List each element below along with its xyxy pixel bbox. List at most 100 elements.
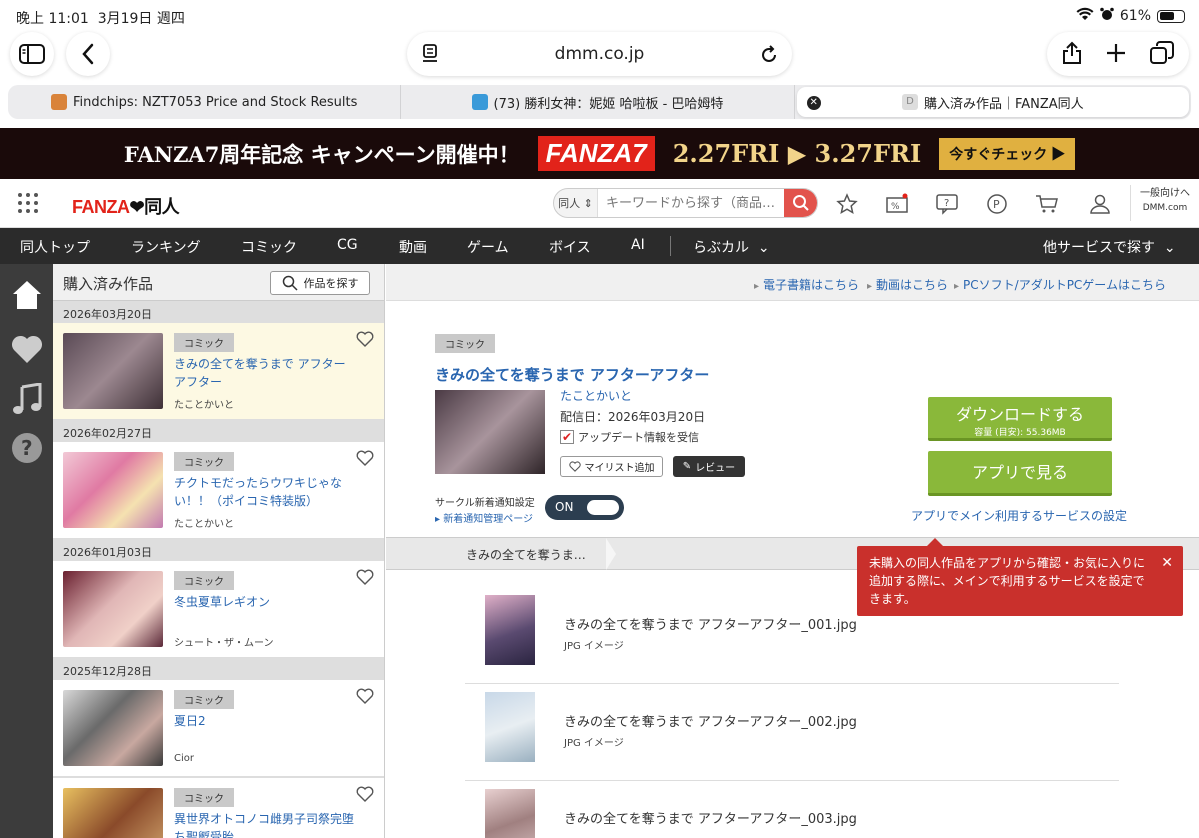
notify-toggle[interactable]: ON (545, 495, 624, 520)
file-name: きみの全てを奪うまで アフターアフター_001.jpg (564, 618, 857, 633)
user-icon[interactable] (1088, 192, 1112, 216)
share-icon[interactable] (1062, 41, 1082, 68)
nav-ranking[interactable]: ランキング (131, 237, 201, 257)
update-checkbox[interactable]: ✔ アップデート情報を受信 (560, 429, 699, 445)
file-row[interactable]: きみの全てを奪うまで アフターアフター_002.jpg JPG イメージ (465, 684, 1119, 781)
search-input[interactable] (598, 189, 784, 217)
file-name: きみの全てを奪うまで アフターアフター_003.jpg (564, 812, 857, 827)
review-button[interactable]: ✎ レビュー (673, 456, 745, 477)
download-button[interactable]: ダウンロードする 容量 (目安): 55.36MB (928, 397, 1112, 441)
add-mylist-button[interactable]: マイリスト追加 (560, 456, 663, 477)
findchips-favicon-icon (50, 94, 67, 110)
favorite-heart-icon[interactable] (356, 688, 374, 707)
file-thumbnail (485, 595, 535, 665)
address-bar[interactable]: dmm.co.jp (407, 32, 792, 76)
view-in-app-button[interactable]: アプリで見る (928, 451, 1112, 496)
nav-cg[interactable]: CG (337, 237, 358, 253)
apps-grid-icon[interactable] (18, 193, 38, 213)
nav-divider (670, 236, 671, 256)
find-works-button[interactable]: 作品を探す (270, 271, 370, 295)
banner-logo: FANZA7 (537, 136, 655, 171)
search-icon (282, 275, 298, 291)
wifi-icon (1076, 7, 1094, 25)
help-circle-icon[interactable]: ? (10, 431, 43, 464)
detail-delivery-date: 配信日：2026年03月20日 (560, 410, 706, 424)
app-service-settings-link[interactable]: アプリでメイン利用するサービスの設定 (911, 507, 1127, 524)
nav-ai[interactable]: AI (631, 237, 645, 253)
fanza-doujin-logo[interactable]: FANZA❤同人 (72, 193, 180, 219)
heart-icon[interactable] (10, 332, 43, 365)
cart-icon[interactable] (1035, 192, 1059, 216)
sidebar-toggle-button[interactable] (10, 32, 54, 76)
url-text: dmm.co.jp (554, 44, 645, 64)
work-thumbnail (63, 788, 163, 838)
nav-comic[interactable]: コミック (241, 237, 297, 257)
nav-lovecal[interactable]: らぶカル ⌄ (693, 237, 770, 257)
purchase-date: 2026年03月20日 (53, 301, 384, 323)
page-menu-icon[interactable] (421, 44, 439, 69)
banner-cta-button[interactable]: 今すぐチェック ▶ (939, 137, 1076, 170)
help-icon[interactable]: ? (935, 192, 959, 216)
file-name: きみの全てを奪うまで アフターアフター_002.jpg (564, 715, 857, 730)
search-icon (792, 195, 809, 211)
campaign-banner[interactable]: FANZA7周年記念 キャンペーン開催中！ FANZA7 2.27FRI ▶ 3… (0, 128, 1199, 179)
detail-thumbnail[interactable] (435, 390, 545, 474)
list-item[interactable]: コミック 冬虫夏草レギオン シュート・ザ・ムーン (53, 561, 384, 658)
detail-title[interactable]: きみの全てを奪うまで アフターアフター (435, 364, 709, 385)
tab-fanza-active[interactable]: ✕ D 購入済み作品｜FANZA同人 (796, 87, 1189, 117)
nav-doujin-top[interactable]: 同人トップ (20, 237, 90, 257)
favorite-heart-icon[interactable] (356, 569, 374, 588)
tab-label: (73) 勝利女神：妮姬 哈啦板 - 巴哈姆特 (493, 96, 724, 112)
battery-icon (1157, 9, 1185, 23)
detail-author[interactable]: たことかいと (560, 387, 632, 404)
close-tab-icon[interactable]: ✕ (806, 96, 821, 110)
work-title[interactable]: チクトモだったらウワキじゃない！！（ポイコミ特装版） (174, 474, 354, 510)
side-rail: ? (0, 264, 53, 838)
chevron-left-icon (82, 43, 94, 65)
search-category-select[interactable]: 同人 ⇕ (554, 189, 598, 217)
favorite-heart-icon[interactable] (356, 450, 374, 469)
work-thumbnail (63, 690, 163, 766)
nav-voice[interactable]: ボイス (549, 237, 591, 257)
home-icon[interactable] (10, 278, 43, 311)
general-site-link[interactable]: 一般向けへ DMM.com (1130, 185, 1199, 221)
work-thumbnail (63, 571, 163, 647)
tab-overview-icon[interactable] (1150, 40, 1174, 68)
video-link[interactable]: 動画はこちら (867, 276, 948, 293)
points-icon[interactable]: P (985, 192, 1009, 216)
back-button[interactable] (66, 32, 110, 76)
list-item[interactable]: コミック 異世界オトコノコ雌男子司祭完堕ち聖孵受胎 (53, 777, 384, 838)
list-item[interactable]: コミック 夏日2 Cior (53, 680, 384, 777)
nav-other-services[interactable]: 他サービスで探す ⌄ (1043, 237, 1176, 257)
work-title[interactable]: 夏日2 (174, 712, 354, 730)
work-title[interactable]: きみの全てを奪うまで アフターアフター (174, 355, 354, 391)
file-row[interactable]: きみの全てを奪うまで アフターアフター_003.jpg (465, 781, 1119, 838)
favorite-heart-icon[interactable] (356, 331, 374, 350)
purchase-date: 2026年02月27日 (53, 420, 384, 442)
work-author: Cior (174, 753, 194, 764)
close-icon[interactable]: ✕ (1161, 554, 1173, 572)
coupon-icon[interactable]: % (885, 192, 909, 216)
favorite-heart-icon[interactable] (356, 786, 374, 805)
category-badge: コミック (174, 690, 234, 709)
pcsoft-link[interactable]: PCソフト/アダルトPCゲームはこちら (954, 276, 1166, 293)
notify-management-link[interactable]: ▸ 新着通知管理ページ (435, 510, 533, 525)
purchase-date: 2025年12月28日 (53, 658, 384, 680)
tab-findchips[interactable]: Findchips: NZT7053 Price and Stock Resul… (8, 85, 402, 119)
list-item[interactable]: コミック チクトモだったらウワキじゃない！！（ポイコミ特装版） たことかいと (53, 442, 384, 539)
nav-game[interactable]: ゲーム (467, 237, 509, 257)
tab-bahamut[interactable]: (73) 勝利女神：妮姬 哈啦板 - 巴哈姆特 (401, 85, 795, 119)
favorite-star-icon[interactable] (835, 192, 859, 216)
new-tab-icon[interactable] (1106, 43, 1126, 66)
breadcrumb-current[interactable]: きみの全てを奪うま… (386, 538, 611, 569)
search-button[interactable] (784, 189, 817, 217)
list-item[interactable]: コミック きみの全てを奪うまで アフターアフター たことかいと (53, 323, 384, 420)
reload-icon[interactable] (760, 44, 778, 69)
work-title[interactable]: 冬虫夏草レギオン (174, 593, 354, 611)
work-title[interactable]: 異世界オトコノコ雌男子司祭完堕ち聖孵受胎 (174, 810, 354, 838)
music-icon[interactable] (10, 382, 43, 415)
tab-label: Findchips: NZT7053 Price and Stock Resul… (72, 94, 358, 110)
file-thumbnail (485, 692, 535, 762)
ebook-link[interactable]: 電子書籍はこちら (754, 276, 859, 293)
nav-video[interactable]: 動画 (399, 237, 427, 257)
